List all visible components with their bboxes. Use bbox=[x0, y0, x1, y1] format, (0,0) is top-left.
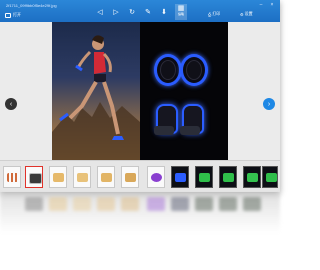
thumbnail-view-button[interactable]: ▦ 缩略 bbox=[175, 4, 187, 20]
window-reflection bbox=[0, 193, 280, 233]
image-viewer-window: 2f1711_09f9bb0f5e4e29f.jpg – × 打开 ◁ ▷ ↻ … bbox=[0, 0, 280, 192]
settings-button[interactable]: ⚙ 设置 bbox=[240, 11, 253, 17]
thumbnail-icon: ▦ bbox=[177, 5, 185, 12]
thumbnail[interactable] bbox=[97, 166, 115, 188]
armband-product-photo bbox=[140, 22, 228, 160]
window-title: 2f1711_09f9bb0f5e4e29f.jpg bbox=[6, 3, 57, 8]
thumbnail[interactable] bbox=[171, 166, 189, 188]
thumbnail[interactable] bbox=[49, 166, 67, 188]
prev-page-icon[interactable]: ◁ bbox=[95, 7, 105, 17]
open-label: 打开 bbox=[13, 12, 21, 17]
thumbnail[interactable] bbox=[147, 166, 165, 188]
next-page-icon[interactable]: ▷ bbox=[111, 7, 121, 17]
thumbnail[interactable] bbox=[3, 166, 21, 188]
edit-icon[interactable]: ✎ bbox=[143, 7, 153, 17]
armband-right bbox=[180, 54, 208, 86]
close-icon[interactable]: × bbox=[269, 2, 275, 8]
thumbnail[interactable] bbox=[262, 166, 278, 188]
image-canvas: ‹ › bbox=[0, 22, 280, 160]
gear-icon: ⚙ bbox=[240, 11, 244, 17]
armband-left bbox=[154, 54, 182, 86]
save-icon[interactable]: ⬇ bbox=[159, 7, 169, 17]
thumbnail-selected[interactable] bbox=[25, 166, 43, 188]
next-image-button[interactable]: › bbox=[263, 98, 275, 110]
folder-icon bbox=[5, 12, 11, 18]
runner-photo bbox=[52, 22, 140, 160]
thumbnail[interactable] bbox=[219, 166, 237, 188]
main-photo bbox=[52, 22, 228, 160]
clip-base-right bbox=[180, 126, 200, 135]
print-button[interactable]: ⎙ 打印 bbox=[208, 11, 220, 17]
print-icon: ⎙ bbox=[208, 11, 212, 17]
thumbnail[interactable] bbox=[73, 166, 91, 188]
title-bar: 2f1711_09f9bb0f5e4e29f.jpg – × 打开 ◁ ▷ ↻ … bbox=[0, 0, 280, 22]
thumbnail[interactable] bbox=[243, 166, 261, 188]
thumbnail[interactable] bbox=[121, 166, 139, 188]
rotate-icon[interactable]: ↻ bbox=[127, 7, 137, 17]
open-file-button[interactable]: 打开 bbox=[5, 11, 31, 19]
thumbnail-strip bbox=[0, 160, 280, 192]
clip-base-left bbox=[154, 126, 174, 135]
thumbnail-label: 缩略 bbox=[177, 12, 184, 16]
previous-image-button[interactable]: ‹ bbox=[5, 98, 17, 110]
runner-figure bbox=[52, 35, 140, 160]
thumbnail[interactable] bbox=[195, 166, 213, 188]
minimize-icon[interactable]: – bbox=[258, 2, 264, 8]
